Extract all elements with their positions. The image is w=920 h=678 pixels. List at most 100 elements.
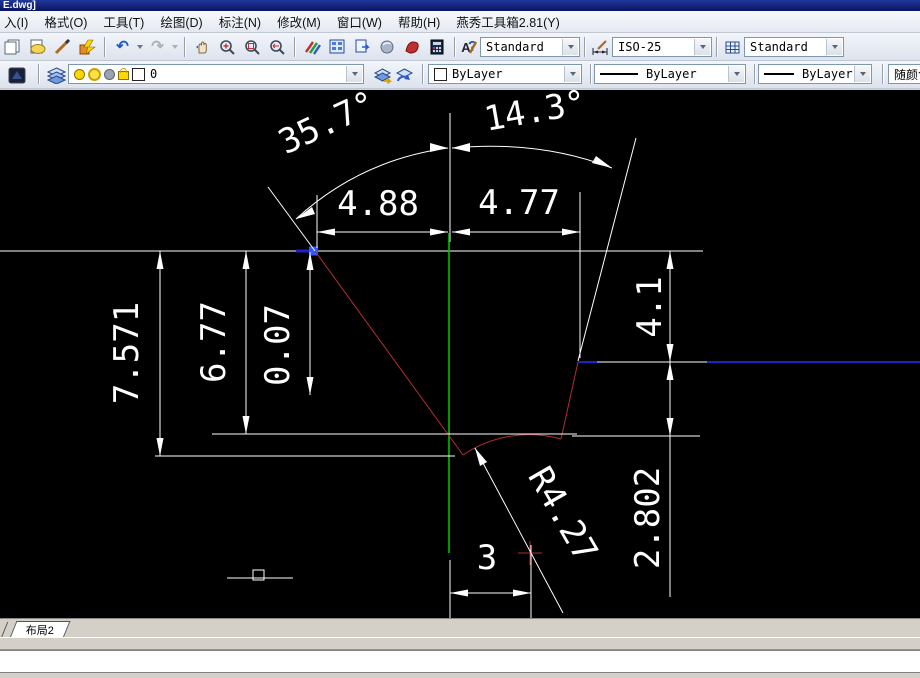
arrowhead [317, 229, 335, 236]
dim-style-combo[interactable]: ISO-25 [612, 37, 712, 57]
status-bar-edge [0, 673, 920, 678]
new-icon[interactable] [1, 36, 24, 58]
redo-dropdown-icon[interactable] [172, 45, 178, 49]
dim-text-677: 6.77 [194, 301, 234, 383]
dim-style-value: ISO-25 [618, 40, 661, 54]
layer-combo[interactable]: 0 [68, 64, 364, 84]
zoom-previous-icon[interactable] [266, 36, 289, 58]
arrowhead [562, 229, 580, 236]
layer-color-swatch [132, 68, 145, 81]
tab-layout2[interactable]: 布局2 [10, 621, 71, 638]
arrowhead [157, 438, 164, 456]
properties-toolbar: 0 ByLayer ByLayer ByLayer 随颜色 [0, 61, 920, 89]
styles-group: A Standard ISO-25 Standard [458, 36, 844, 58]
text-style-dropdown-icon[interactable] [562, 39, 578, 55]
markup-icon[interactable] [401, 36, 424, 58]
layer-manager-icon[interactable] [326, 36, 349, 58]
render-icon[interactable] [376, 36, 399, 58]
open-icon[interactable] [26, 36, 49, 58]
linetype-combo[interactable]: ByLayer [594, 64, 746, 84]
toolbar-separator [590, 64, 592, 84]
brush-icon[interactable] [51, 36, 74, 58]
match-properties-icon[interactable] [76, 36, 99, 58]
left-angle-line [268, 187, 315, 251]
dim-text-angle-left: 35.7° [273, 90, 383, 163]
table-style-value: Standard [750, 40, 808, 54]
menu-item-help[interactable]: 帮助(H) [390, 10, 448, 33]
red-profile[interactable] [315, 251, 578, 565]
dim-style-dropdown-icon[interactable] [694, 39, 710, 55]
arrowhead [452, 143, 470, 152]
zoom-window-icon[interactable] [241, 36, 264, 58]
toolbar-separator [454, 37, 456, 57]
menu-item-tools[interactable]: 工具(T) [95, 10, 152, 33]
layout-tab-bar: 布局2 [0, 618, 920, 638]
layer-dropdown-icon[interactable] [346, 66, 362, 82]
zoom-realtime-icon[interactable] [216, 36, 239, 58]
dim-text-41: 4.1 [630, 276, 670, 337]
arrowhead [667, 344, 674, 362]
lineweight-dropdown-icon[interactable] [854, 66, 870, 82]
menu-item-draw[interactable]: 绘图(D) [152, 10, 210, 33]
drawing-canvas[interactable]: 35.7° 14.3° 4.88 4.77 7.571 6.77 0.07 4.… [0, 90, 920, 618]
right-angle-line [578, 138, 636, 361]
layer-states-icon[interactable] [371, 64, 394, 86]
block-editor-icon[interactable] [351, 36, 374, 58]
arrowhead [243, 251, 250, 269]
properties-icon[interactable] [301, 36, 324, 58]
cad-drawing: 35.7° 14.3° 4.88 4.77 7.571 6.77 0.07 4.… [0, 90, 920, 618]
undo-dropdown-icon[interactable] [137, 45, 143, 49]
arrowhead [667, 362, 674, 380]
calculator-icon[interactable] [426, 36, 449, 58]
text-style-combo[interactable]: Standard [480, 37, 580, 57]
pan-icon[interactable] [191, 36, 214, 58]
arrowhead [592, 156, 612, 168]
selection-tool-icon[interactable] [5, 64, 28, 86]
layer-name: 0 [150, 67, 157, 81]
color-value: ByLayer [452, 67, 503, 81]
layers-icon[interactable] [45, 64, 68, 86]
table-style-dropdown-icon[interactable] [826, 39, 842, 55]
arrowhead [667, 418, 674, 436]
dim-text-007: 0.07 [258, 304, 298, 386]
layer-freeze-icon[interactable] [88, 68, 101, 81]
menu-item-modify[interactable]: 修改(M) [269, 10, 329, 33]
arrowhead [157, 251, 164, 269]
menu-item-insert[interactable]: 入(I) [0, 10, 36, 33]
layer-lock-icon[interactable] [118, 71, 129, 80]
menu-item-yanxiu-toolbox[interactable]: 燕秀工具箱2.81(Y) [448, 10, 568, 33]
lineweight-combo[interactable]: ByLayer [758, 64, 872, 84]
menu-item-window[interactable]: 窗口(W) [329, 10, 390, 33]
toolbar-separator [882, 64, 884, 84]
command-line-input[interactable] [0, 650, 920, 673]
lineweight-value: ByLayer [802, 67, 853, 81]
toolbar-separator [584, 37, 586, 57]
dim-text-2802: 2.802 [628, 467, 668, 569]
angle-arc-right [452, 146, 612, 168]
layer-on-icon[interactable] [74, 69, 85, 80]
dim-text-488: 4.88 [337, 184, 419, 224]
menu-item-dimension[interactable]: 标注(N) [211, 10, 269, 33]
color-combo[interactable]: ByLayer [428, 64, 582, 84]
toolbar-separator [422, 64, 424, 84]
color-dropdown-icon[interactable] [564, 66, 580, 82]
dim-text-7571: 7.571 [107, 302, 147, 404]
toolbar-separator [38, 64, 40, 84]
text-style-icon[interactable]: A [459, 36, 479, 58]
dim-style-icon[interactable] [591, 36, 611, 58]
redo-icon[interactable]: ↷ [146, 36, 169, 58]
linetype-dropdown-icon[interactable] [728, 66, 744, 82]
layer-viewport-freeze-icon[interactable] [104, 69, 115, 80]
command-window-splitter[interactable] [0, 637, 920, 650]
plot-style-combo[interactable]: 随颜色 [888, 64, 920, 84]
standard-toolbar: ↶ ↷ ? A Standard [0, 33, 920, 61]
toolbar-separator [716, 37, 718, 57]
menu-item-format[interactable]: 格式(O) [36, 10, 95, 33]
layer-previous-icon[interactable] [393, 64, 416, 86]
table-style-combo[interactable]: Standard [744, 37, 844, 57]
table-style-icon[interactable] [723, 36, 743, 58]
previous-tab-fragment[interactable] [0, 622, 8, 638]
tab-layout2-label: 布局2 [26, 622, 54, 638]
undo-icon[interactable]: ↶ [111, 36, 134, 58]
arrowhead [243, 416, 250, 434]
